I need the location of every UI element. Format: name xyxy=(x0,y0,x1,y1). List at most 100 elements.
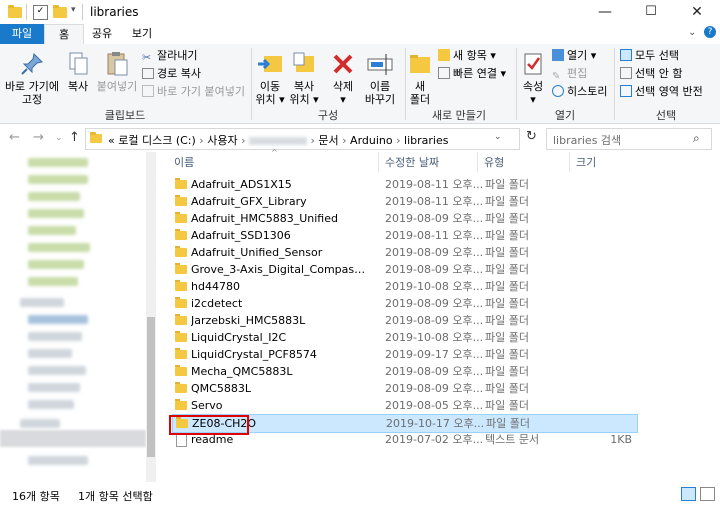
minimize-button[interactable]: — xyxy=(582,0,628,24)
nav-item[interactable] xyxy=(28,332,82,341)
easy-access-button[interactable]: 빠른 연결 ▾ xyxy=(438,66,506,82)
address-row: ← → ⌄ ↑ « 로컬 디스크 (C:) › 사용자 › › 문서 › Ard… xyxy=(0,124,720,152)
column-header-date[interactable]: 수정한 날짜 xyxy=(385,154,439,170)
invert-selection-button[interactable]: 선택 영역 반전 xyxy=(620,84,703,100)
nav-item[interactable] xyxy=(28,366,86,375)
expand-ribbon-icon[interactable]: ⌄ xyxy=(688,27,696,38)
breadcrumb-overflow[interactable]: « xyxy=(108,134,115,147)
file-row[interactable]: Grove_3-Axis_Digital_Compass_HMC58... 201… xyxy=(172,261,636,278)
delete-button[interactable]: 삭제 ▾ xyxy=(326,48,360,106)
column-header-name[interactable]: 이름 xyxy=(174,154,194,170)
file-name: Adafruit_Unified_Sensor xyxy=(191,246,323,259)
file-name: hd44780 xyxy=(191,280,240,293)
file-row[interactable]: Jarzebski_HMC5883L 2019-08-09 오후... 파일 폴더 xyxy=(172,312,636,329)
breadcrumb-item[interactable]: 문서 xyxy=(318,134,338,147)
column-divider[interactable] xyxy=(378,152,379,172)
file-row[interactable]: Mecha_QMC5883L 2019-08-09 오후... 파일 폴더 xyxy=(172,363,636,380)
nav-item[interactable] xyxy=(28,456,88,465)
tab-home[interactable]: 홈 xyxy=(44,24,84,46)
nav-item[interactable] xyxy=(28,243,90,252)
close-button[interactable]: ✕ xyxy=(674,0,720,24)
file-row[interactable]: Servo 2019-08-05 오후... 파일 폴더 xyxy=(172,397,636,414)
rename-button[interactable]: 이름 바꾸기 xyxy=(360,48,400,106)
large-icons-view-icon[interactable] xyxy=(700,487,715,501)
select-none-button[interactable]: 선택 안 함 xyxy=(620,66,682,82)
scissors-icon: ✂ xyxy=(142,51,152,64)
file-row[interactable]: Adafruit_GFX_Library 2019-08-11 오후... 파일 폴… xyxy=(172,193,636,210)
paste-shortcut-button[interactable]: 바로 가기 붙여넣기 xyxy=(142,84,245,100)
properties-button[interactable]: 속성 ▾ xyxy=(518,48,548,106)
address-dropdown-icon[interactable]: ⌄ xyxy=(494,132,502,142)
search-input[interactable]: libraries 검색 ⌕ xyxy=(546,128,712,150)
navigation-pane[interactable] xyxy=(0,152,158,482)
help-icon[interactable]: ? xyxy=(704,26,716,38)
nav-item[interactable] xyxy=(28,277,78,286)
copy-path-button[interactable]: 경로 복사 xyxy=(142,66,201,82)
open-button[interactable]: 열기 ▾ xyxy=(552,48,596,64)
up-arrow-icon[interactable]: ↑ xyxy=(69,130,80,145)
tab-share[interactable]: 공유 xyxy=(82,24,122,44)
paste-icon xyxy=(103,50,131,78)
copy-button[interactable]: 복사 xyxy=(62,48,94,93)
new-folder-button[interactable]: 새 폴더 xyxy=(406,48,434,106)
cut-button[interactable]: ✂ 잘라내기 xyxy=(142,48,197,64)
back-arrow-icon[interactable]: ← xyxy=(9,130,20,145)
file-row[interactable]: QMC5883L 2019-08-09 오후... 파일 폴더 xyxy=(172,380,636,397)
details-view-icon[interactable] xyxy=(681,487,696,501)
nav-item[interactable] xyxy=(28,209,84,218)
pin-to-quick-access-button[interactable]: 바로 가기에 고정 xyxy=(4,48,60,106)
nav-item[interactable] xyxy=(28,349,72,358)
nav-scrollbar-thumb[interactable] xyxy=(147,317,155,457)
history-button[interactable]: 히스토리 xyxy=(552,84,607,100)
breadcrumb-item[interactable]: 사용자 xyxy=(207,134,237,147)
address-bar[interactable]: « 로컬 디스크 (C:) › 사용자 › › 문서 › Arduino › l… xyxy=(85,128,520,150)
new-item-button[interactable]: 새 항목 ▾ xyxy=(438,48,496,64)
customize-toolbar-icon[interactable]: ▾ xyxy=(71,5,76,15)
column-header-size[interactable]: 크기 xyxy=(576,154,596,170)
properties-quick-icon[interactable]: ✓ xyxy=(33,5,48,20)
divider xyxy=(26,4,27,20)
file-row[interactable]: Adafruit_HMC5883_Unified 2019-08-09 오후...… xyxy=(172,210,636,227)
nav-item[interactable] xyxy=(20,419,60,428)
maximize-button[interactable]: ☐ xyxy=(628,0,674,24)
select-none-label: 선택 안 함 xyxy=(635,67,683,80)
new-folder-quick-icon[interactable] xyxy=(53,5,67,18)
file-row[interactable]: hd44780 2019-10-08 오후... 파일 폴더 xyxy=(172,278,636,295)
nav-item[interactable] xyxy=(28,260,84,269)
file-row[interactable]: LiquidCrystal_I2C 2019-10-08 오후... 파일 폴더 xyxy=(172,329,636,346)
file-row[interactable]: Adafruit_ADS1X15 2019-08-11 오후... 파일 폴더 xyxy=(172,176,636,193)
recent-chevron-icon[interactable]: ⌄ xyxy=(55,133,63,143)
column-divider[interactable] xyxy=(569,152,570,172)
nav-item[interactable] xyxy=(28,158,88,167)
tab-file[interactable]: 파일 xyxy=(0,24,44,44)
nav-item[interactable] xyxy=(28,226,76,235)
refresh-icon[interactable]: ↻ xyxy=(526,129,537,144)
tab-view[interactable]: 보기 xyxy=(122,24,162,44)
file-type: 파일 폴더 xyxy=(486,417,530,430)
nav-item[interactable] xyxy=(28,400,74,409)
group-separator xyxy=(516,48,517,120)
edit-button[interactable]: ✎ 편집 xyxy=(552,66,587,82)
forward-arrow-icon[interactable]: → xyxy=(33,130,44,145)
file-row[interactable]: i2cdetect 2019-08-09 오후... 파일 폴더 xyxy=(172,295,636,312)
breadcrumb-item[interactable]: 로컬 디스크 (C:) xyxy=(118,134,196,147)
nav-item-selected[interactable] xyxy=(0,430,146,447)
nav-item[interactable] xyxy=(28,383,80,392)
nav-item[interactable] xyxy=(28,175,88,184)
breadcrumb-item[interactable]: Arduino xyxy=(350,134,393,147)
column-header-type[interactable]: 유형 xyxy=(484,154,504,170)
nav-item[interactable] xyxy=(20,298,64,307)
select-all-button[interactable]: 모두 선택 xyxy=(620,48,679,64)
breadcrumb-item[interactable]: libraries xyxy=(404,134,448,147)
paste-button[interactable]: 붙여넣기 xyxy=(96,48,138,93)
move-to-button[interactable]: 이동 위치 ▾ xyxy=(254,48,286,106)
nav-item[interactable] xyxy=(28,192,80,201)
file-row[interactable]: LiquidCrystal_PCF8574 2019-09-17 오후... 파일 … xyxy=(172,346,636,363)
breadcrumb: « 로컬 디스크 (C:) › 사용자 › › 문서 › Arduino › l… xyxy=(108,132,448,148)
file-date: 2019-08-11 오후... xyxy=(385,229,484,242)
file-row[interactable]: Adafruit_Unified_Sensor 2019-08-09 오후... 파… xyxy=(172,244,636,261)
file-row[interactable]: Adafruit_SSD1306 2019-08-11 오후... 파일 폴더 xyxy=(172,227,636,244)
nav-item[interactable] xyxy=(28,315,88,324)
column-divider[interactable] xyxy=(477,152,478,172)
copy-to-button[interactable]: 복사 위치 ▾ xyxy=(288,48,320,106)
